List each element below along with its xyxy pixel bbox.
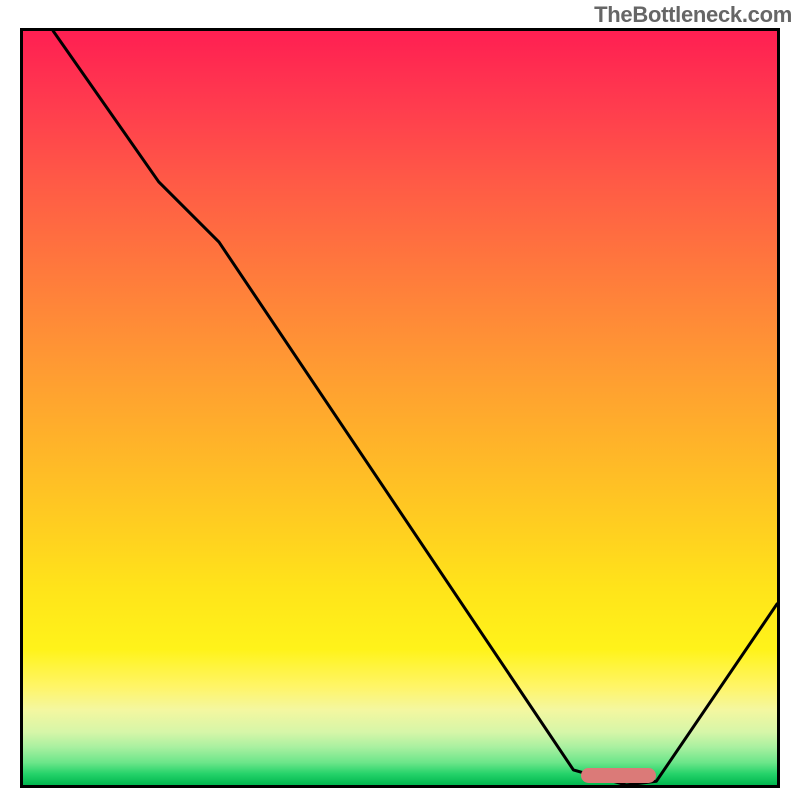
plot-area	[20, 28, 780, 788]
bottleneck-curve	[23, 31, 777, 785]
watermark-text: TheBottleneck.com	[594, 2, 792, 28]
optimal-range-marker	[581, 768, 656, 783]
